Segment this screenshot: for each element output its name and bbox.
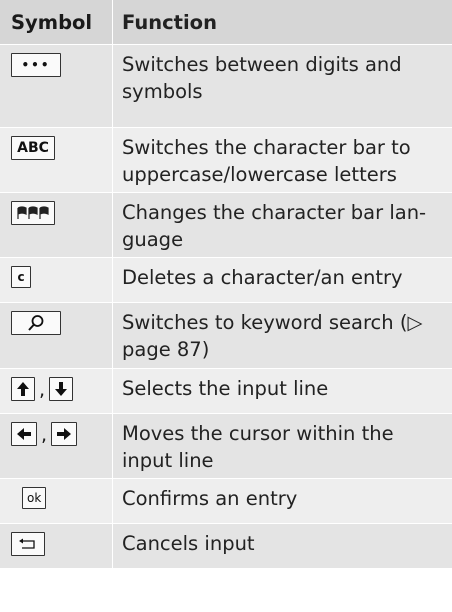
table-row: , Selects the input line (0, 369, 452, 414)
ok-icon: ok (22, 487, 47, 509)
table-row: ••• Switches between digits and symbols (0, 45, 452, 128)
row-function-text: Cancels input (113, 524, 452, 568)
c-icon: c (11, 266, 31, 288)
table-row: c Deletes a character/an entry (0, 258, 452, 303)
flags-icon (11, 201, 55, 225)
table-row: Cancels input (0, 524, 452, 569)
row-function-text: Switches between digits and symbols (113, 45, 452, 127)
table-row: Changes the character bar lan-guage (0, 193, 452, 258)
table-row: ABC Switches the character bar to upperc… (0, 128, 452, 193)
row-function-text: Changes the character bar lan-guage (113, 193, 452, 257)
arrow-right-icon (51, 422, 78, 446)
table-header-row: Symbol Function (0, 0, 452, 45)
header-function: Function (113, 0, 452, 44)
key-separator: , (41, 424, 48, 446)
row-function-text: Moves the cursor within the input line (113, 414, 452, 478)
arrow-down-icon (49, 377, 74, 401)
row-function-text: Selects the input line (113, 369, 452, 413)
arrow-left-icon (11, 422, 37, 446)
abc-icon: ABC (11, 136, 55, 160)
dots-icon: ••• (11, 53, 61, 77)
header-symbol: Symbol (0, 0, 113, 44)
table-row: , Moves the cursor within the input line (0, 414, 452, 479)
back-icon (11, 532, 45, 556)
row-function-text: Confirms an entry (113, 479, 452, 523)
table-row: Switches to keyword search (▷ page 87) (0, 303, 452, 369)
table-row: ok Confirms an entry (0, 479, 452, 524)
row-function-text: Deletes a character/an entry (113, 258, 452, 302)
key-separator: , (39, 379, 46, 401)
symbol-function-table: Symbol Function ••• Switches between dig… (0, 0, 452, 612)
search-icon (11, 311, 61, 335)
row-function-text: Switches to keyword search (▷ page 87) (113, 303, 452, 368)
arrow-up-icon (11, 377, 35, 401)
row-function-text: Switches the character bar to uppercase/… (113, 128, 452, 192)
